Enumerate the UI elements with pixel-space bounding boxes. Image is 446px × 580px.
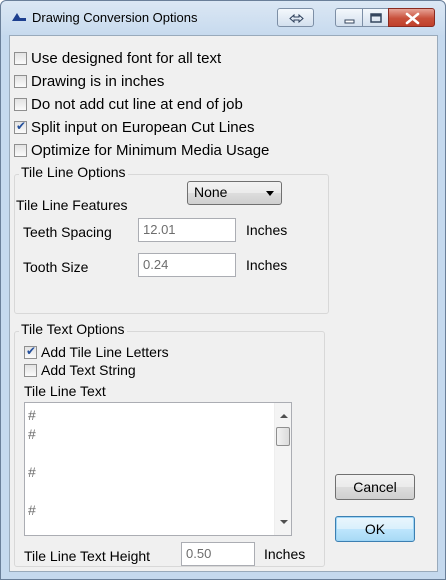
- checkbox[interactable]: [24, 363, 37, 377]
- scroll-down-icon[interactable]: [280, 520, 288, 524]
- scroll-thumb[interactable]: [276, 427, 290, 446]
- tooth-size-label: Tooth Size: [23, 259, 89, 275]
- title-bar[interactable]: Drawing Conversion Options: [1, 1, 445, 35]
- text-line: #: [28, 407, 36, 423]
- option-split-european-cut-lines[interactable]: Split input on European Cut Lines: [14, 119, 254, 136]
- checkbox[interactable]: [24, 344, 37, 359]
- vertical-scrollbar[interactable]: [274, 403, 291, 535]
- checkbox[interactable]: [14, 98, 27, 111]
- option-label: Optimize for Minimum Media Usage: [31, 142, 270, 159]
- option-optimize-media[interactable]: Optimize for Minimum Media Usage: [14, 142, 269, 159]
- group-title: Tile Text Options: [19, 321, 127, 337]
- dropdown-value: None: [194, 184, 228, 200]
- option-label: Add Tile Line Letters: [41, 344, 169, 360]
- checkbox[interactable]: [14, 52, 27, 65]
- tile-line-text-label: Tile Line Text: [24, 383, 106, 399]
- tile-line-features-dropdown[interactable]: None: [187, 181, 282, 205]
- ok-button[interactable]: OK: [335, 516, 415, 542]
- tile-line-text-height-label: Tile Line Text Height: [24, 548, 151, 564]
- scroll-up-icon[interactable]: [280, 414, 288, 418]
- option-no-cut-line[interactable]: Do not add cut line at end of job: [14, 96, 243, 113]
- text-line: #: [28, 464, 36, 480]
- option-label: Split input on European Cut Lines: [31, 119, 255, 136]
- close-icon: [405, 12, 420, 25]
- window-title: Drawing Conversion Options: [32, 10, 198, 25]
- teeth-spacing-unit: Inches: [246, 222, 288, 238]
- tooth-size-input[interactable]: 0.24: [138, 253, 236, 277]
- tile-line-text-height-unit: Inches: [264, 546, 306, 562]
- option-label: Do not add cut line at end of job: [31, 96, 243, 113]
- close-button[interactable]: [388, 8, 435, 27]
- text-line: #: [28, 426, 36, 442]
- app-icon: [12, 13, 26, 21]
- checkbox[interactable]: [14, 119, 27, 134]
- option-use-designed-font[interactable]: Use designed font for all text: [14, 50, 221, 67]
- dialog-window: Drawing Conversion Options Use designed …: [0, 0, 446, 580]
- minimize-icon: [344, 19, 355, 24]
- swap-icon: [289, 13, 304, 24]
- minimize-button[interactable]: [335, 8, 363, 27]
- option-label: Use designed font for all text: [31, 50, 222, 67]
- tile-line-features-label: Tile Line Features: [16, 197, 128, 213]
- option-label: Add Text String: [41, 362, 136, 378]
- swap-button[interactable]: [277, 8, 314, 27]
- tile-line-text-area[interactable]: # # # #: [24, 402, 292, 536]
- cancel-button[interactable]: Cancel: [335, 474, 415, 500]
- option-label: Drawing is in inches: [31, 73, 165, 90]
- teeth-spacing-input[interactable]: 12.01: [138, 218, 236, 242]
- maximize-button[interactable]: [362, 8, 389, 27]
- maximize-icon: [370, 13, 382, 23]
- option-drawing-in-inches[interactable]: Drawing is in inches: [14, 73, 164, 90]
- option-add-tile-line-letters[interactable]: Add Tile Line Letters: [24, 344, 169, 360]
- chevron-down-icon: [266, 191, 274, 196]
- dialog-body: Use designed font for all text Drawing i…: [9, 35, 438, 572]
- checkbox[interactable]: [14, 144, 27, 157]
- checkbox[interactable]: [14, 75, 27, 88]
- tooth-size-unit: Inches: [246, 257, 288, 273]
- group-title: Tile Line Options: [19, 164, 128, 180]
- option-add-text-string[interactable]: Add Text String: [24, 362, 136, 378]
- text-line: #: [28, 502, 36, 518]
- tile-line-text-height-input[interactable]: 0.50: [181, 542, 255, 566]
- teeth-spacing-label: Teeth Spacing: [23, 224, 112, 240]
